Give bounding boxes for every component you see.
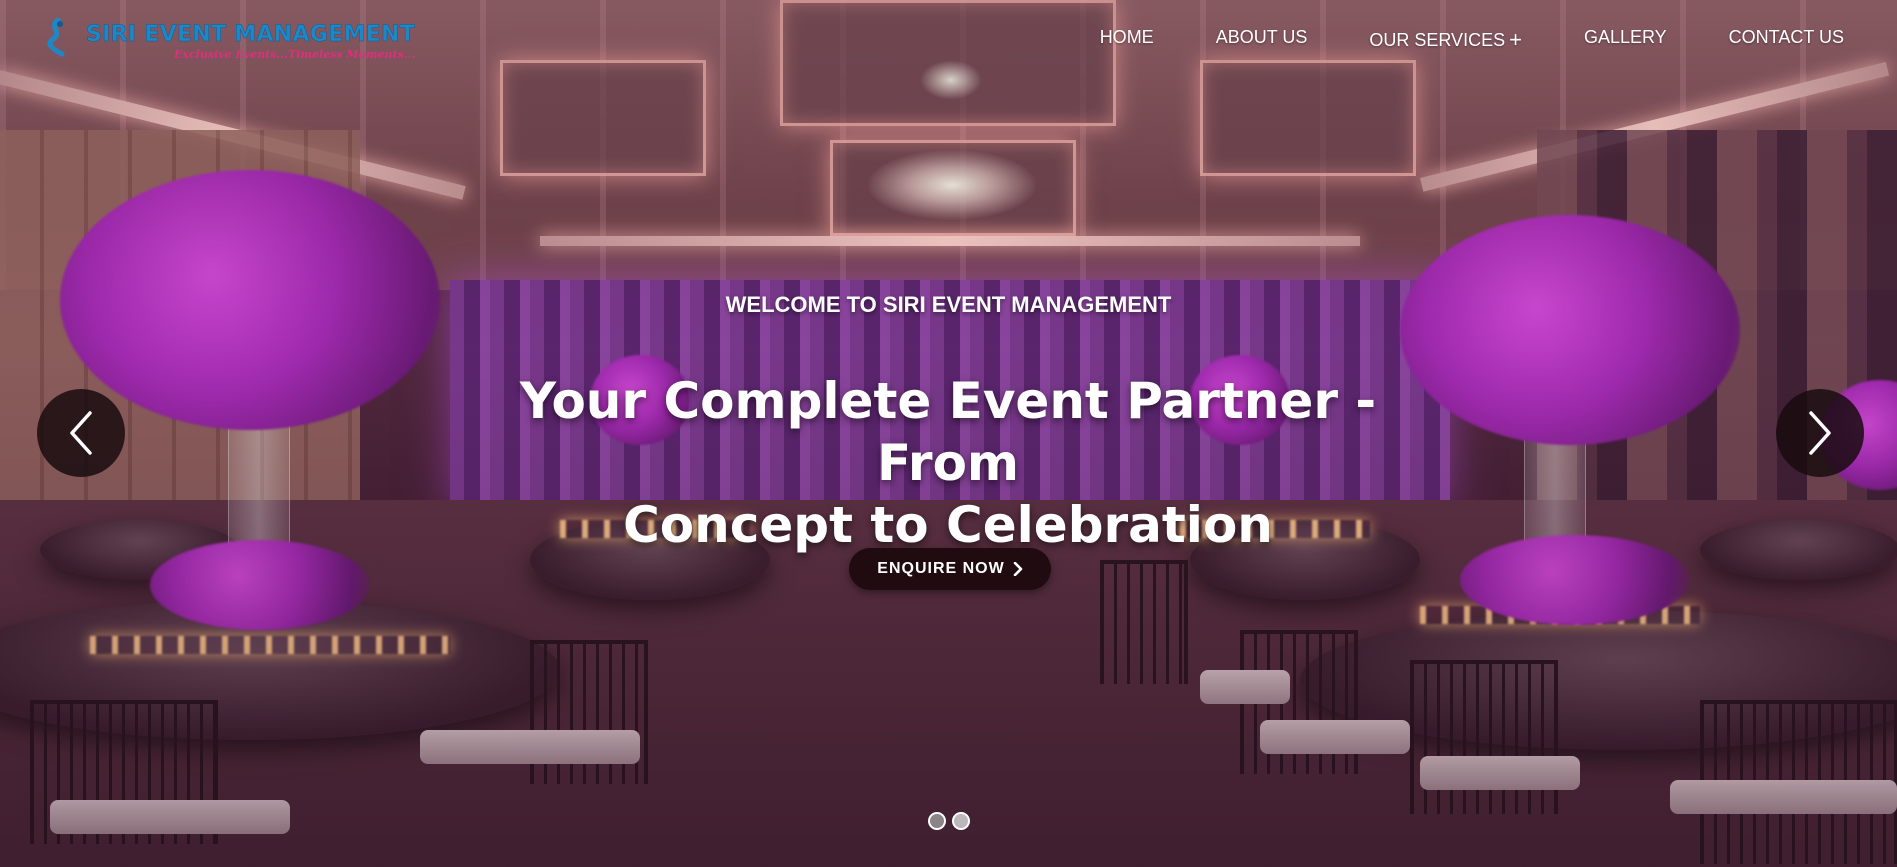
plus-icon[interactable]: +: [1509, 27, 1522, 52]
hero-welcome-text: WELCOME TO SIRI EVENT MANAGEMENT: [725, 292, 1172, 317]
brand-name: SIRI EVENT MANAGEMENT: [86, 22, 416, 48]
chevron-right-icon: [1013, 562, 1023, 576]
nav-item-about-us[interactable]: ABOUT US: [1216, 27, 1308, 53]
hero-headline-line-2: Concept to Celebration: [623, 496, 1273, 554]
nav-item-our-services[interactable]: OUR SERVICES +: [1369, 27, 1522, 53]
brand-logo[interactable]: SIRI EVENT MANAGEMENT Exclusive Events..…: [44, 14, 415, 66]
carousel-prev-button[interactable]: [37, 389, 125, 477]
carousel-dot-2[interactable]: [952, 812, 970, 830]
site-header: SIRI EVENT MANAGEMENT Exclusive Events..…: [0, 0, 1897, 78]
hero-headline: Your Complete Event Partner - From Conce…: [448, 370, 1448, 556]
enquire-now-button[interactable]: ENQUIRE NOW: [849, 548, 1051, 590]
chevron-right-icon: [1809, 411, 1831, 455]
nav-item-contact-us[interactable]: CONTACT US: [1729, 27, 1844, 53]
hero-slider: SIRI EVENT MANAGEMENT Exclusive Events..…: [0, 0, 1897, 867]
brand-tagline: Exclusive Events...Timeless Moments...: [174, 48, 416, 61]
enquire-now-label: ENQUIRE NOW: [877, 560, 1005, 577]
carousel-next-button[interactable]: [1776, 389, 1864, 477]
logo-swirl-icon: [47, 18, 65, 57]
nav-item-our-services-label: OUR SERVICES: [1369, 30, 1506, 50]
carousel-dot-1[interactable]: [928, 812, 946, 830]
main-nav: HOME ABOUT US OUR SERVICES + GALLERY CONT…: [1100, 27, 1844, 53]
carousel-indicators: [928, 812, 970, 830]
nav-item-gallery[interactable]: GALLERY: [1584, 27, 1667, 53]
nav-item-home[interactable]: HOME: [1100, 27, 1154, 53]
hero-headline-line-1: Your Complete Event Partner - From: [519, 372, 1377, 492]
chevron-left-icon: [70, 411, 92, 455]
